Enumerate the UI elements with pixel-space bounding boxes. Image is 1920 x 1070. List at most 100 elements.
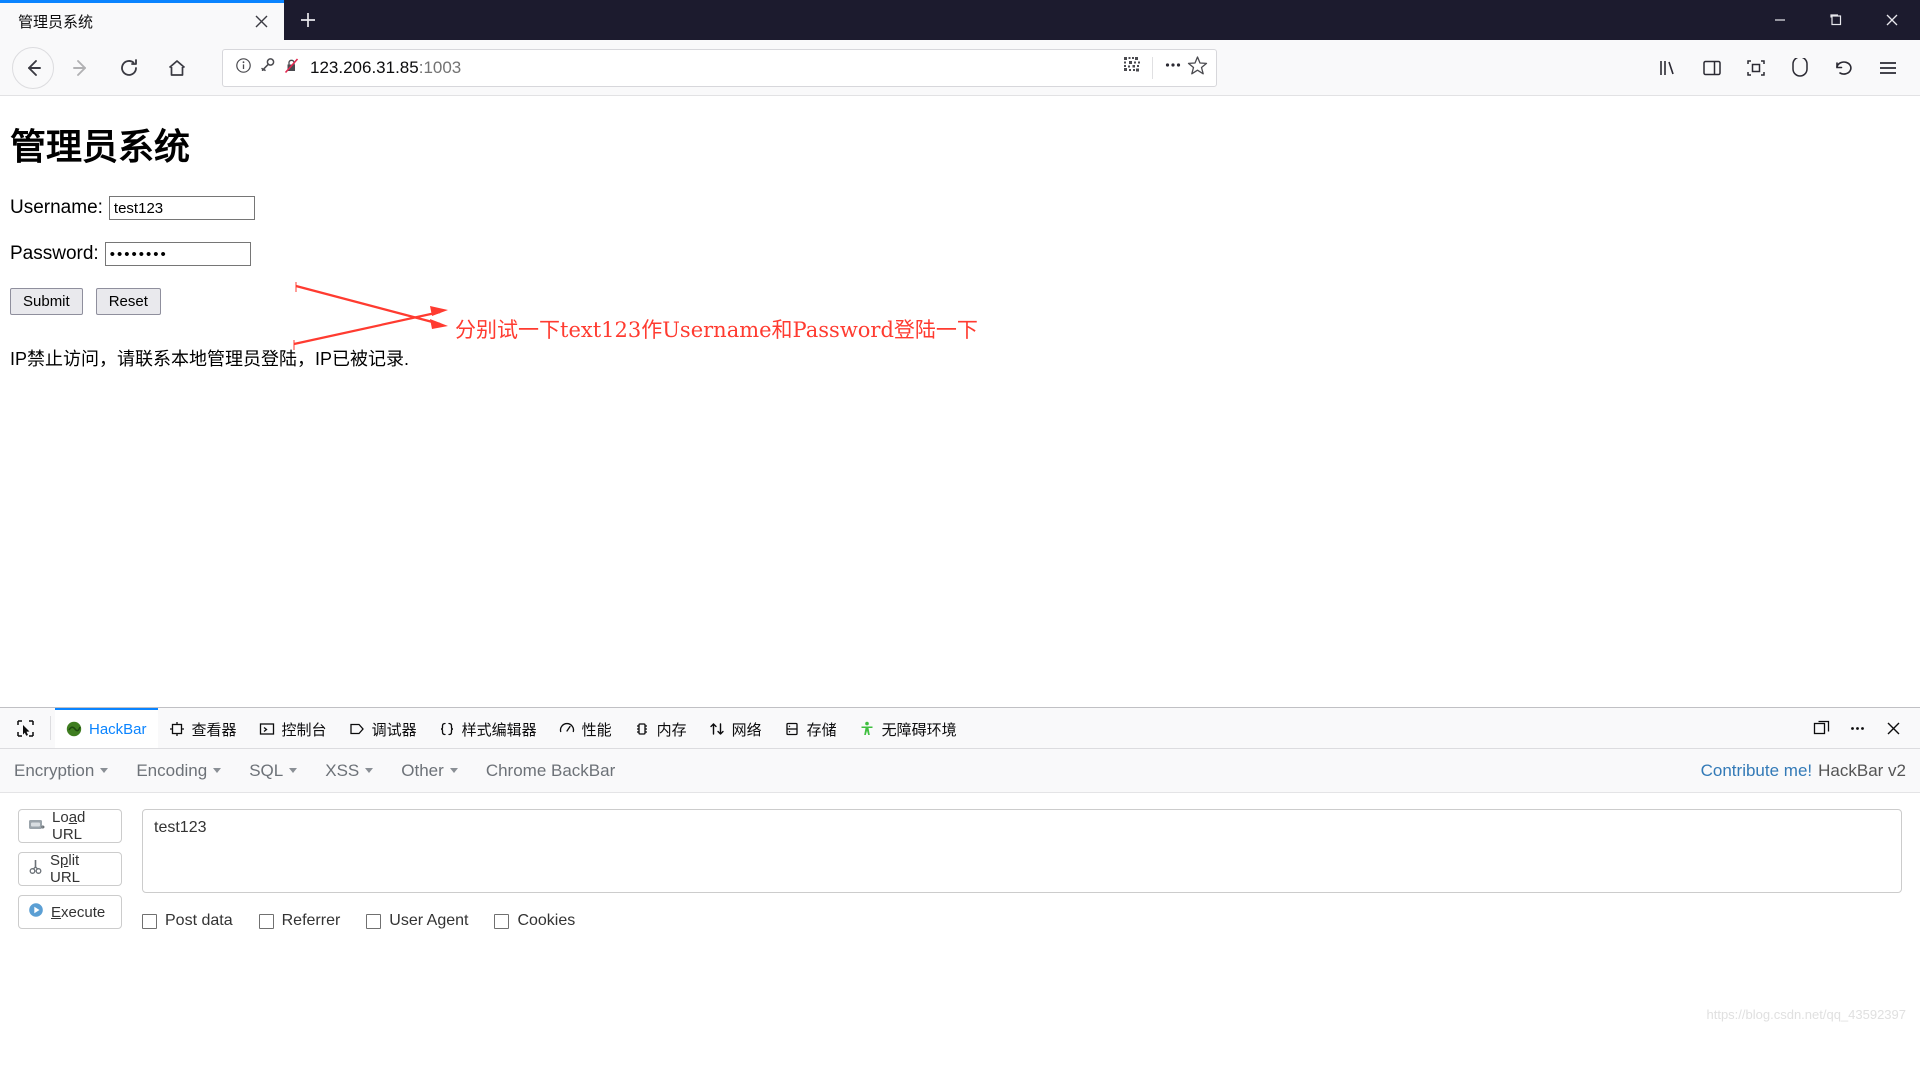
close-icon[interactable] [248,9,274,35]
menu-encryption[interactable]: Encryption [14,760,109,781]
checkbox-label: Post data [165,912,233,929]
menu-chrome-backbar[interactable]: Chrome BackBar [486,761,615,781]
hackbar-main: Post data Referrer User Agent Cookies [142,809,1902,1070]
window-close-button[interactable] [1864,0,1920,40]
checkbox-label: User Agent [389,912,469,929]
menu-xss[interactable]: XSS [325,760,374,781]
window-controls [1752,0,1920,40]
browser-toolbar-icons [1648,48,1908,88]
key-icon[interactable] [259,57,276,79]
checkbox-box[interactable] [142,913,157,929]
pocket-icon[interactable] [1780,48,1820,88]
tab-label: 样式编辑器 [461,721,537,739]
password-input[interactable] [104,242,251,266]
hackbar-action-buttons: Load URL Split URL Execute [18,809,122,1070]
accessibility-icon [859,721,875,737]
undo-icon[interactable] [1824,48,1864,88]
reload-icon[interactable] [108,47,150,89]
menu-label: Encoding [136,760,208,780]
divider [50,716,51,740]
devtools-tabbar: HackBar 查看器 控制台 调试器 样式编辑器 性能 内存 网络 存储 无障… [0,708,1920,749]
checkbox-referrer[interactable]: Referrer [258,912,340,930]
library-icon[interactable] [1648,48,1688,88]
hackbar-branding: Contribute me! HackBar v2 [1701,761,1906,781]
tab-label: 查看器 [191,721,237,739]
sidebar-icon[interactable] [1692,48,1732,88]
menu-label: SQL [249,760,284,780]
maximize-button[interactable] [1808,0,1864,40]
load-url-label: Load URL [52,809,86,843]
navigation-toolbar: 123.206.31.85:1003 [0,40,1920,96]
ip-blocked-notice: IP禁止访问，请联系本地管理员登陆，IP已被记录. [10,349,410,369]
submit-button[interactable]: Submit [10,288,83,315]
inspector-icon [169,721,185,737]
annotation-text: 分别试一下text123作Username和Password登陆一下 [455,318,978,342]
tab-inspector[interactable]: 查看器 [158,708,248,748]
menu-sql[interactable]: SQL [249,760,298,781]
tab-label: 内存 [656,721,687,739]
page-actions-icon[interactable] [1163,55,1183,80]
tab-memory[interactable]: 内存 [623,708,698,748]
menu-label: Chrome BackBar [485,760,616,780]
network-icon [709,721,725,737]
insecure-lock-icon[interactable] [283,57,300,79]
password-row: Password: [10,242,1910,266]
url-text: 123.206.31.85:1003 [310,58,1123,78]
meatball-menu-icon[interactable] [1840,711,1874,745]
menu-label: Encryption [14,760,95,780]
username-input[interactable] [108,196,255,220]
password-label: Password: [10,243,99,264]
star-icon[interactable] [1187,55,1208,81]
checkbox-box[interactable] [494,913,510,929]
qr-code-icon[interactable] [1123,56,1142,80]
menu-encoding[interactable]: Encoding [136,760,222,781]
info-icon[interactable] [235,57,252,79]
reset-button[interactable]: Reset [95,288,161,315]
element-picker-icon[interactable] [4,708,46,748]
console-icon [259,721,275,737]
tab-storage[interactable]: 存储 [773,708,848,748]
minimize-button[interactable] [1752,0,1808,40]
tab-network[interactable]: 网络 [698,708,773,748]
menu-icon[interactable] [1868,48,1908,88]
menu-label: XSS [325,760,360,780]
devtools-close-icon[interactable] [1876,711,1910,745]
hackbar-menubar: Encryption Encoding SQL XSS Other Chrome… [0,749,1920,793]
browser-tab[interactable]: 管理员系统 [0,0,284,40]
checkbox-box[interactable] [366,913,382,929]
debugger-icon [349,721,365,737]
dock-icon[interactable] [1804,711,1838,745]
screenshot-icon[interactable] [1736,48,1776,88]
new-tab-button[interactable] [284,0,332,40]
tab-label: 调试器 [371,721,417,739]
checkbox-post-data[interactable]: Post data [142,912,233,930]
checkbox-label: Cookies [517,912,576,929]
style-editor-icon [439,721,455,737]
checkbox-user-agent[interactable]: User Agent [366,912,468,930]
hackbar-body: Load URL Split URL Execute Post data [0,793,1920,1070]
tab-debugger[interactable]: 调试器 [338,708,428,748]
checkbox-cookies[interactable]: Cookies [494,912,575,930]
split-url-button[interactable]: Split URL [18,852,122,886]
request-textarea[interactable] [142,809,1902,893]
username-row: Username: [10,196,1910,220]
tab-accessibility[interactable]: 无障碍环境 [848,708,968,748]
execute-button[interactable]: Execute [18,895,122,929]
tab-console[interactable]: 控制台 [248,708,338,748]
back-arrow-icon[interactable] [12,46,54,89]
home-icon[interactable] [156,47,198,89]
load-url-button[interactable]: Load URL [18,809,122,843]
contribute-link[interactable]: Contribute me! [1701,761,1813,781]
devtools-controls [1804,708,1920,748]
tab-style-editor[interactable]: 样式编辑器 [428,708,548,748]
hackbar-options: Post data Referrer User Agent Cookies [142,912,1902,930]
address-bar[interactable]: 123.206.31.85:1003 [222,48,1217,87]
tab-performance[interactable]: 性能 [548,708,623,748]
split-url-icon [28,859,43,879]
url-host: 123.206.31.85 [310,57,419,77]
url-action-buttons [1123,55,1208,81]
menu-other[interactable]: Other [401,761,458,781]
tab-hackbar[interactable]: HackBar [55,708,158,748]
checkbox-box[interactable] [258,913,274,929]
forward-arrow-icon[interactable] [60,47,102,89]
